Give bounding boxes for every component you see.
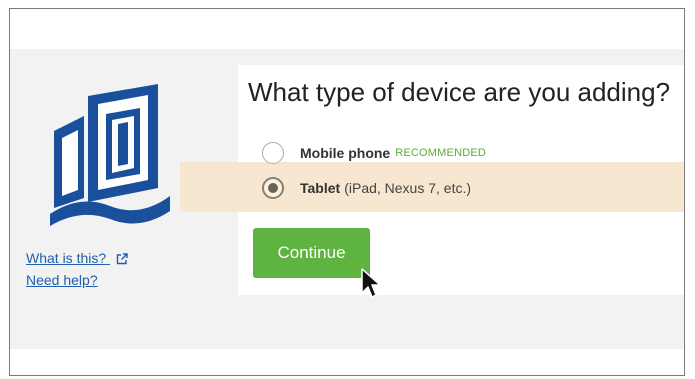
option-label: Tablet	[300, 180, 341, 196]
radio-tablet[interactable]	[262, 177, 284, 199]
help-links: What is this? Need help?	[26, 247, 128, 291]
recommended-badge: RECOMMENDED	[395, 147, 487, 159]
window-frame: What is this? Need help? What type of de…	[9, 8, 685, 376]
book-logo	[50, 84, 170, 226]
continue-button[interactable]: Continue	[253, 228, 370, 278]
external-link-icon	[116, 253, 128, 265]
option-mobile-phone[interactable]: Mobile phone RECOMMENDED	[258, 138, 486, 168]
option-label: Mobile phone	[300, 145, 391, 161]
option-description: (iPad, Nexus 7, etc.)	[344, 180, 472, 196]
need-help-link[interactable]: Need help?	[26, 269, 128, 291]
page-title: What type of device are you adding?	[248, 77, 671, 107]
what-is-this-link[interactable]: What is this?	[26, 247, 128, 269]
what-is-this-label: What is this?	[26, 250, 107, 266]
mouse-cursor-icon	[361, 268, 381, 298]
option-tablet[interactable]: Tablet (iPad, Nexus 7, etc.)	[258, 173, 471, 203]
radio-mobile-phone[interactable]	[262, 142, 284, 164]
need-help-label: Need help?	[26, 272, 98, 288]
